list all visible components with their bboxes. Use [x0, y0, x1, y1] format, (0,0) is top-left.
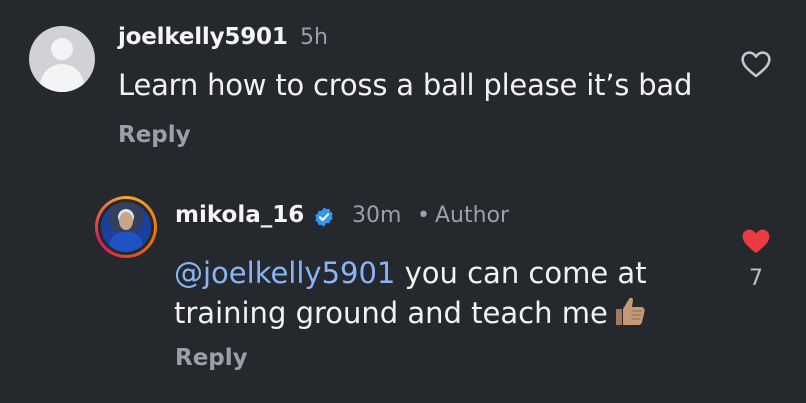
thumbs-up-icon: [615, 297, 645, 325]
avatar-photo: [101, 202, 151, 252]
reply-text-part: training ground and teach me: [174, 296, 608, 330]
reply-timestamp: 30m: [352, 203, 402, 228]
avatar-photo-shirt: [109, 232, 143, 252]
comment-timestamp: 5h: [300, 25, 328, 50]
reply-text-line-1: @joelkelly5901 you can come at: [174, 256, 647, 290]
mention-link[interactable]: @joelkelly5901: [174, 256, 395, 290]
avatar-head-shape: [51, 38, 73, 60]
comment-text: Learn how to cross a ball please it’s ba…: [118, 68, 693, 102]
avatar-body-shape: [40, 64, 84, 92]
avatar-photo-face: [119, 212, 133, 230]
author-badge: Author: [435, 203, 510, 228]
reply-text-part: you can come at: [395, 256, 647, 290]
reply-username[interactable]: mikola_16: [175, 202, 304, 228]
reply-button[interactable]: Reply: [175, 345, 248, 371]
comment-username[interactable]: joelkelly5901: [118, 24, 288, 50]
heart-filled-icon[interactable]: [740, 227, 772, 255]
verified-badge-icon: [315, 207, 333, 227]
reply-text-line-2: training ground and teach me: [174, 295, 646, 330]
user-avatar-default[interactable]: [29, 26, 95, 92]
meta-separator: •: [417, 203, 430, 228]
like-count: 7: [749, 266, 763, 291]
author-avatar[interactable]: [95, 196, 157, 258]
comments-panel: joelkelly5901 5h Learn how to cross a ba…: [0, 0, 806, 403]
heart-outline-icon[interactable]: [740, 50, 772, 78]
reply-button[interactable]: Reply: [118, 122, 191, 148]
